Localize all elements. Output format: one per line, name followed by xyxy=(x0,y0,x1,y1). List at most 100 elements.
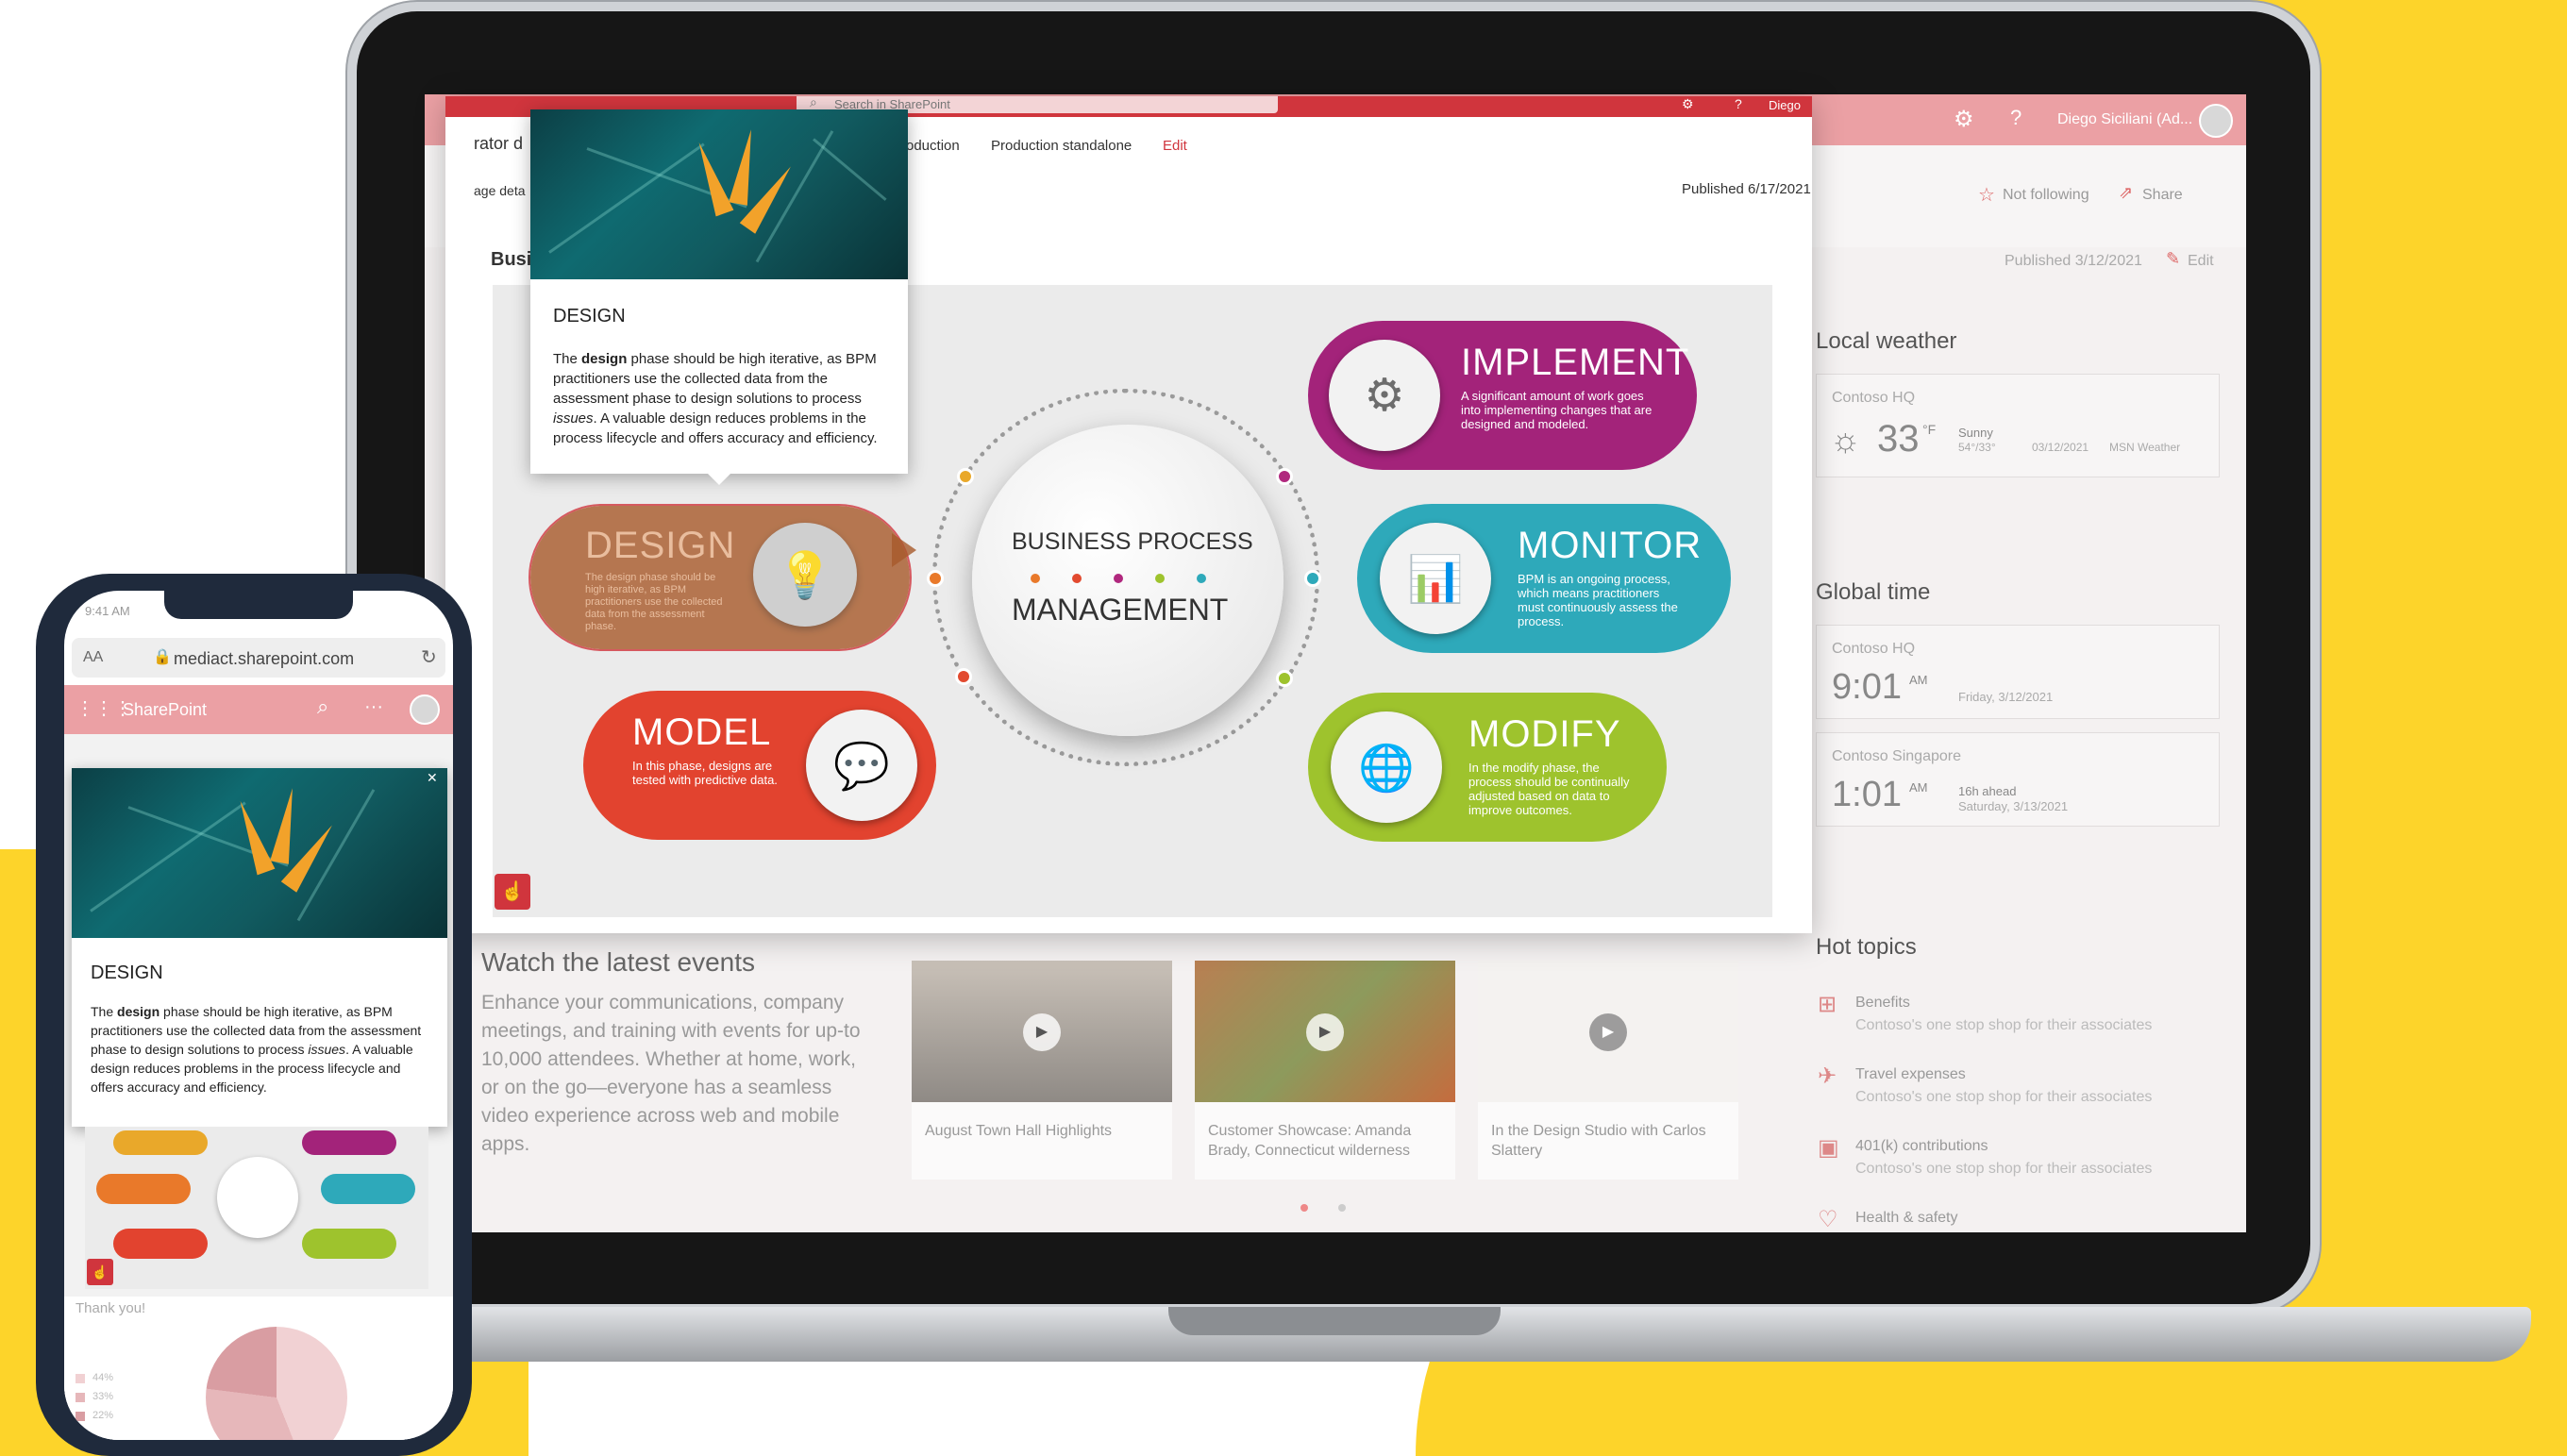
mini-pill xyxy=(113,1229,208,1259)
phone-address-bar[interactable]: AA 🔒 mediact.sharepoint.com ↻ xyxy=(72,638,445,678)
laptop-notch xyxy=(1168,1307,1501,1335)
legend-value: 22% xyxy=(92,1410,114,1421)
center-dot xyxy=(1197,574,1206,583)
carousel-dot[interactable] xyxy=(1338,1204,1346,1212)
video-title[interactable]: August Town Hall Highlights xyxy=(925,1121,1161,1141)
ring-dot xyxy=(1304,570,1321,587)
airplane-icon: ✈ xyxy=(1818,1063,1837,1089)
play-icon[interactable]: ▶ xyxy=(1589,1013,1627,1051)
phase-name: IMPLEMENT xyxy=(1461,342,1690,383)
app-name: SharePoint xyxy=(123,700,208,719)
search-icon[interactable]: ⌕ xyxy=(317,695,328,719)
star-icon[interactable]: ☆ xyxy=(1978,183,1995,207)
phase-design[interactable]: DESIGN The design phase should be high i… xyxy=(528,504,912,651)
share-icon[interactable]: ⇗ xyxy=(2119,183,2133,203)
phase-desc: The design phase should be high iterativ… xyxy=(585,572,723,632)
topic-label[interactable]: Health & safety xyxy=(1855,1210,1958,1227)
touch-icon[interactable]: ☝ xyxy=(87,1259,113,1285)
time-date: Friday, 3/12/2021 xyxy=(1958,690,2054,704)
help-icon[interactable]: ? xyxy=(1735,96,1742,111)
touch-icon[interactable]: ☝ xyxy=(495,874,530,910)
time-offset: 16h ahead xyxy=(1958,784,2017,798)
phase-monitor[interactable]: MONITOR BPM is an ongoing process, which… xyxy=(1357,504,1731,653)
edit-link[interactable]: Edit xyxy=(2188,253,2214,270)
carousel-dot-active[interactable] xyxy=(1300,1204,1308,1212)
phone-time: 9:41 AM xyxy=(85,604,130,618)
mini-pill xyxy=(96,1174,191,1204)
video-title[interactable]: In the Design Studio with Carlos Slatter… xyxy=(1491,1121,1727,1161)
weather-condition: Sunny xyxy=(1958,426,1993,440)
published-date: Published 6/17/2021 xyxy=(1682,181,1811,197)
time-card-singapore: Contoso Singapore 1:01 AM 16h ahead Satu… xyxy=(1816,732,2220,827)
phase-model[interactable]: MODEL In this phase, designs are tested … xyxy=(583,691,936,840)
close-icon[interactable]: ✕ xyxy=(427,770,438,786)
user-name[interactable]: Diego Siciliani (Ad... xyxy=(2057,111,2192,128)
nav-edit-link[interactable]: Edit xyxy=(1163,138,1187,154)
time-location: Contoso HQ xyxy=(1832,641,1916,657)
page-details[interactable]: age deta xyxy=(474,183,526,198)
settings-icon[interactable]: ⚙ xyxy=(1682,96,1694,112)
topic-label[interactable]: 401(k) contributions xyxy=(1855,1138,1988,1155)
tooltip-title: DESIGN xyxy=(91,962,163,983)
phase-desc: A significant amount of work goes into i… xyxy=(1461,389,1653,431)
share-link[interactable]: Share xyxy=(2142,187,2183,204)
mini-pill xyxy=(321,1174,415,1204)
nav-link[interactable]: Production standalone xyxy=(991,138,1132,154)
ring-dot xyxy=(927,570,944,587)
legend-swatch xyxy=(76,1412,85,1421)
search-icon: ⌕ xyxy=(810,94,817,109)
mini-pill xyxy=(302,1229,396,1259)
ring-dot xyxy=(955,668,972,685)
more-icon[interactable]: ··· xyxy=(364,696,383,718)
phone-sp-header: ⋮⋮⋮ SharePoint ⌕ ··· xyxy=(64,685,453,734)
weather-source[interactable]: MSN Weather xyxy=(2109,441,2180,454)
user-name[interactable]: Diego xyxy=(1769,98,1801,112)
globe-icon: 🌐 xyxy=(1331,711,1442,823)
tooltip-arrow xyxy=(706,472,732,485)
follow-link[interactable]: Not following xyxy=(2003,187,2089,204)
play-icon[interactable]: ▶ xyxy=(1023,1013,1061,1051)
phase-desc: In this phase, designs are tested with p… xyxy=(632,759,778,787)
gears-icon: ⚙ xyxy=(1329,340,1440,451)
settings-icon[interactable]: ⚙ xyxy=(1954,106,1974,133)
video-card[interactable]: ▶ Customer Showcase: Amanda Brady, Conne… xyxy=(1195,961,1455,1180)
nav-link[interactable]: oduction xyxy=(906,138,960,154)
time-value: 9:01 xyxy=(1832,667,1902,707)
section-title: Busi xyxy=(491,249,532,270)
phase-implement[interactable]: IMPLEMENT A significant amount of work g… xyxy=(1308,321,1697,470)
text-size-button[interactable]: AA xyxy=(83,649,103,666)
thank-you-text: Thank you! xyxy=(76,1300,146,1316)
video-title[interactable]: Customer Showcase: Amanda Brady, Connect… xyxy=(1208,1121,1444,1161)
mini-center xyxy=(217,1157,298,1238)
phase-modify[interactable]: MODIFY In the modify phase, the process … xyxy=(1308,693,1667,842)
legend-swatch xyxy=(76,1393,85,1402)
mini-pill xyxy=(302,1130,396,1155)
gift-icon: ⊞ xyxy=(1818,992,1837,1017)
weather-card: Contoso HQ ☼ 33 °F Sunny 54°/33° 03/12/2… xyxy=(1816,374,2220,477)
avatar[interactable] xyxy=(2199,104,2233,138)
events-heading: Watch the latest events xyxy=(481,947,755,977)
tooltip-text: The design phase should be high iterativ… xyxy=(91,1004,422,1095)
weather-title: Local weather xyxy=(1816,328,1957,354)
avatar[interactable] xyxy=(410,695,440,725)
legend-value: 33% xyxy=(92,1391,114,1402)
topic-label[interactable]: Travel expenses xyxy=(1855,1066,1966,1083)
topic-sub: Contoso's one stop shop for their associ… xyxy=(1855,1017,2153,1033)
time-date: Saturday, 3/13/2021 xyxy=(1958,799,2069,813)
video-card[interactable]: ▶ August Town Hall Highlights xyxy=(912,961,1172,1180)
url-text[interactable]: mediact.sharepoint.com xyxy=(174,649,354,669)
ring-dot xyxy=(957,468,974,485)
play-icon[interactable]: ▶ xyxy=(1306,1013,1344,1051)
topic-label[interactable]: Benefits xyxy=(1855,995,1910,1012)
help-icon[interactable]: ? xyxy=(2010,106,2022,130)
sun-icon: ☼ xyxy=(1830,420,1861,459)
phone-mini-diagram: ☝ xyxy=(85,1127,428,1289)
weather-location: Contoso HQ xyxy=(1832,390,1916,406)
reload-icon[interactable]: ↻ xyxy=(421,645,437,669)
weather-unit: °F xyxy=(1922,422,1937,437)
tooltip-title: DESIGN xyxy=(553,306,626,326)
lightbulb-icon: 💡 xyxy=(753,523,857,627)
edit-icon[interactable]: ✎ xyxy=(2166,249,2180,269)
video-card[interactable]: ▶ In the Design Studio with Carlos Slatt… xyxy=(1478,961,1738,1180)
phone-notch xyxy=(164,591,353,619)
